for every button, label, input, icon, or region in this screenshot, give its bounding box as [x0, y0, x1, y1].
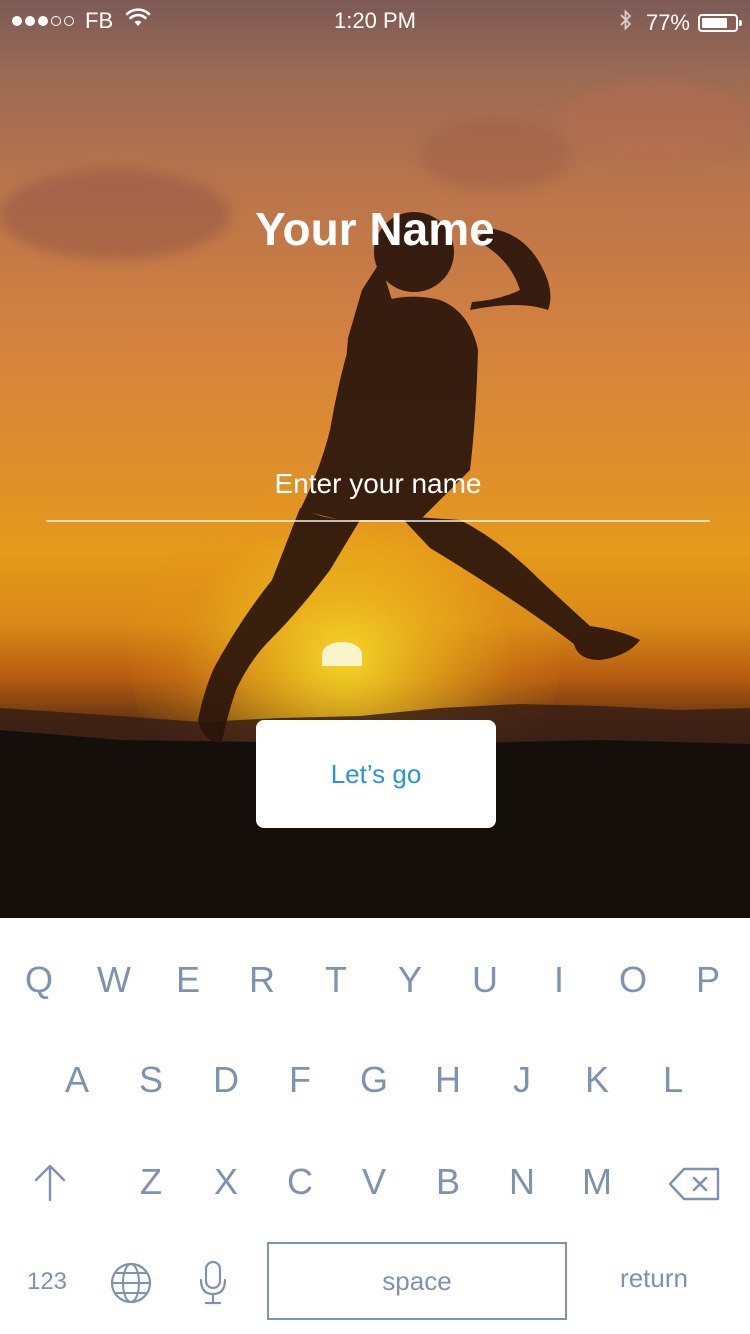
key-d[interactable]: D	[196, 1050, 256, 1110]
key-g[interactable]: G	[344, 1050, 404, 1110]
key-w[interactable]: W	[84, 950, 144, 1010]
key-u[interactable]: U	[455, 950, 515, 1010]
page-title: Your Name	[255, 203, 495, 255]
key-z[interactable]: Z	[121, 1152, 181, 1212]
keyboard: Q W E R T Y U I O P A S D F G H J K L Z …	[0, 918, 750, 1334]
key-y[interactable]: Y	[380, 950, 440, 1010]
key-f[interactable]: F	[270, 1050, 330, 1110]
status-right: 77%	[618, 8, 742, 38]
key-l[interactable]: L	[643, 1050, 703, 1110]
key-o[interactable]: O	[603, 950, 663, 1010]
space-key[interactable]: space	[267, 1242, 567, 1320]
key-k[interactable]: K	[567, 1050, 627, 1110]
microphone-icon[interactable]	[198, 1260, 228, 1306]
numbers-key[interactable]: 123	[17, 1252, 77, 1312]
bluetooth-icon	[618, 8, 634, 38]
key-p[interactable]: P	[678, 950, 738, 1010]
battery-fill	[702, 18, 727, 28]
status-bar: FB 1:20 PM 77%	[0, 0, 750, 40]
key-q[interactable]: Q	[9, 950, 69, 1010]
battery-percent: 77%	[645, 10, 690, 35]
name-input[interactable]	[46, 448, 710, 522]
key-c[interactable]: C	[270, 1152, 330, 1212]
key-e[interactable]: E	[158, 950, 218, 1010]
key-j[interactable]: J	[492, 1050, 552, 1110]
key-m[interactable]: M	[567, 1152, 627, 1212]
key-r[interactable]: R	[232, 950, 292, 1010]
key-x[interactable]: X	[196, 1152, 256, 1212]
key-n[interactable]: N	[492, 1152, 552, 1212]
key-s[interactable]: S	[121, 1050, 181, 1110]
shift-icon[interactable]	[30, 1162, 70, 1202]
lets-go-button[interactable]: Let’s go	[256, 720, 496, 828]
globe-icon[interactable]	[110, 1262, 152, 1304]
return-key[interactable]: return	[596, 1256, 712, 1300]
backspace-icon[interactable]	[668, 1166, 722, 1202]
key-b[interactable]: B	[418, 1152, 478, 1212]
key-t[interactable]: T	[306, 950, 366, 1010]
key-a[interactable]: A	[47, 1050, 107, 1110]
key-i[interactable]: I	[529, 950, 589, 1010]
battery-icon	[698, 14, 742, 32]
key-h[interactable]: H	[418, 1050, 478, 1110]
key-v[interactable]: V	[344, 1152, 404, 1212]
